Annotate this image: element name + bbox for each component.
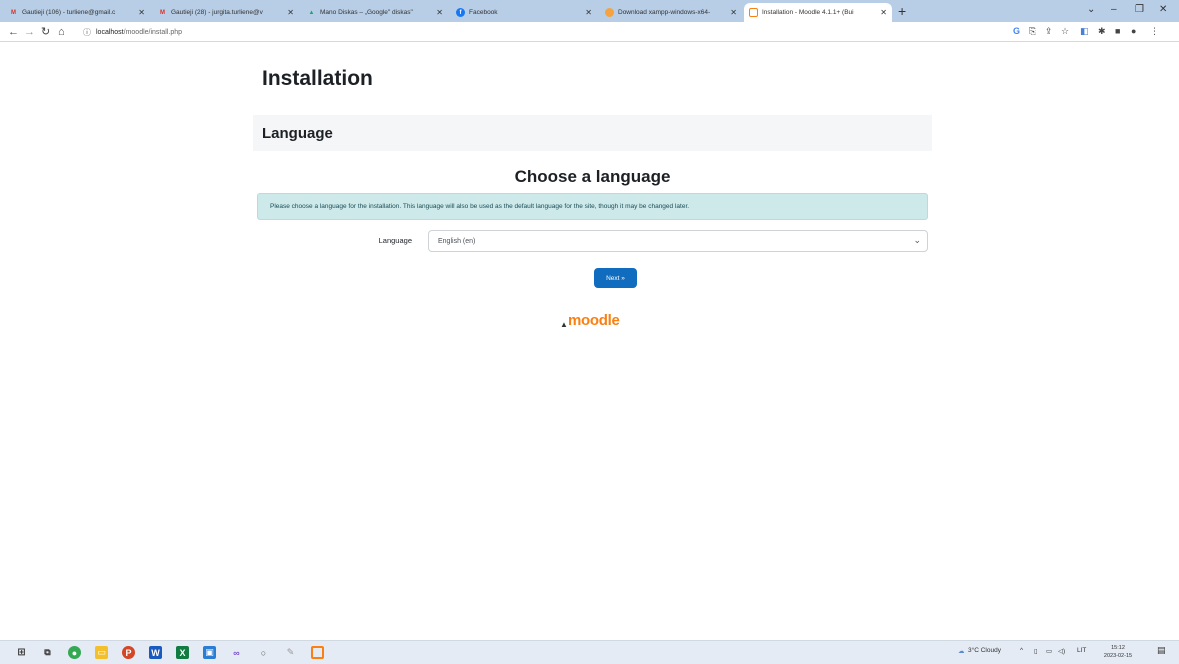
address-bar[interactable]: ⓘ localhost/moodle/install.php: [83, 25, 963, 39]
moodle-logo-text: moodle: [568, 312, 620, 329]
clock-date: 2023-02-15: [1103, 653, 1133, 659]
language-form-row: Language English (en) ⌄: [257, 230, 928, 252]
facebook-icon: f: [456, 8, 465, 17]
tab-xampp-download[interactable]: Download xampp-windows-x64- ✕: [600, 3, 742, 22]
close-tab-icon[interactable]: ✕: [585, 8, 592, 17]
moodle-logo: ▲ moodle: [560, 312, 620, 330]
network-icon[interactable]: ▭: [1046, 647, 1052, 655]
sourceforge-icon: [605, 8, 614, 17]
close-tab-icon[interactable]: ✕: [730, 8, 737, 17]
tab-title: Gautieji (28) - jurgita.turliene@v: [171, 9, 263, 16]
paint-brush-icon[interactable]: ✎: [284, 646, 297, 659]
new-tab-button[interactable]: +: [898, 3, 906, 19]
task-view-icon[interactable]: ⧉: [41, 646, 54, 659]
chevron-down-icon: ⌄: [913, 235, 921, 245]
close-tab-icon[interactable]: ✕: [287, 8, 294, 17]
tab-gmail-1[interactable]: M Gautieji (106) - turliene@gmail.c ✕: [4, 3, 150, 22]
browser-tabstrip: M Gautieji (106) - turliene@gmail.c ✕ M …: [0, 0, 1179, 22]
url-host: localhost: [96, 28, 124, 36]
powerpoint-icon[interactable]: P: [122, 646, 135, 659]
excel-icon[interactable]: X: [176, 646, 189, 659]
next-button[interactable]: Next »: [594, 268, 637, 288]
circle-app-icon[interactable]: ○: [257, 646, 270, 659]
choose-language-heading: Choose a language: [514, 167, 671, 186]
visual-studio-icon[interactable]: ∞: [230, 646, 243, 659]
url-path: /moodle/install.php: [123, 28, 183, 36]
close-tab-icon[interactable]: ✕: [880, 8, 887, 17]
xampp-icon[interactable]: [311, 646, 324, 659]
browser-toolbar: ← → ↻ ⌂ ⓘ localhost/moodle/install.php G…: [0, 22, 1179, 42]
language-select[interactable]: English (en) ⌄: [428, 230, 928, 252]
tab-title: Mano Diskas – „Google" diskas": [320, 9, 413, 16]
profile-icon[interactable]: ●: [1131, 26, 1136, 37]
info-alert: Please choose a language for the install…: [257, 193, 928, 220]
page-title: Installation: [262, 67, 373, 90]
home-icon[interactable]: ⌂: [58, 25, 65, 39]
cloud-icon: ☁: [958, 648, 965, 655]
graduation-cap-icon: ▲: [560, 320, 568, 329]
windows-start-icon[interactable]: ⊞: [15, 646, 28, 659]
puzzle-icon[interactable]: ✱: [1098, 26, 1106, 37]
tab-moodle-installation[interactable]: Installation - Moodle 4.1.1+ (Bui ✕: [744, 3, 892, 22]
close-tab-icon[interactable]: ✕: [436, 8, 443, 17]
forward-icon[interactable]: →: [24, 25, 35, 39]
google-drive-icon: ▲: [308, 9, 315, 16]
chevron-up-icon[interactable]: ^: [1020, 647, 1023, 654]
tab-title: Download xampp-windows-x64-: [618, 9, 711, 16]
bookmark-star-icon[interactable]: ☆: [1061, 26, 1069, 37]
app-icon[interactable]: ▣: [203, 646, 216, 659]
google-icon[interactable]: G: [1013, 26, 1020, 37]
language-label: Language: [378, 236, 412, 245]
minimize-icon[interactable]: –: [1111, 4, 1117, 15]
section-heading: Language: [253, 115, 932, 151]
volume-icon[interactable]: ◁): [1058, 647, 1065, 655]
weather-text[interactable]: 3°C Cloudy: [968, 647, 1001, 654]
tab-title: Facebook: [469, 9, 498, 16]
extension-icon[interactable]: ◧: [1080, 26, 1089, 37]
back-icon[interactable]: ←: [8, 25, 19, 39]
sidebar-icon[interactable]: ■: [1115, 26, 1120, 37]
notifications-icon[interactable]: ▤: [1157, 645, 1166, 656]
share-icon[interactable]: ⇪: [1045, 26, 1053, 37]
taskbar: ⊞ ⧉ ● ▭ P W X ▣ ∞ ○ ✎ ☁ 3°C Cloudy ^ ▯ ▭…: [0, 640, 1179, 664]
gmail-icon: M: [160, 9, 165, 16]
tab-title: Gautieji (106) - turliene@gmail.c: [22, 9, 116, 16]
tab-facebook[interactable]: f Facebook ✕: [451, 3, 597, 22]
file-explorer-icon[interactable]: ▭: [95, 646, 108, 659]
reload-icon[interactable]: ↻: [41, 25, 50, 39]
moodle-icon: [749, 8, 758, 17]
close-tab-icon[interactable]: ✕: [138, 8, 145, 17]
clock[interactable]: 15:12 2023-02-15: [1099, 644, 1137, 660]
tab-title: Installation - Moodle 4.1.1+ (Bui: [762, 9, 854, 16]
info-icon: ⓘ: [83, 27, 91, 37]
menu-kebab-icon[interactable]: ⋮: [1150, 26, 1159, 37]
restore-icon[interactable]: ❐: [1135, 4, 1144, 15]
language-select-value: English (en): [438, 237, 476, 245]
input-language[interactable]: LIT: [1077, 647, 1086, 654]
chevron-down-icon[interactable]: ⌄: [1087, 4, 1095, 15]
word-icon[interactable]: W: [149, 646, 162, 659]
battery-icon[interactable]: ▯: [1034, 647, 1038, 655]
close-window-icon[interactable]: ✕: [1159, 4, 1167, 15]
chrome-icon[interactable]: ●: [68, 646, 81, 659]
tab-gmail-2[interactable]: M Gautieji (28) - jurgita.turliene@v ✕: [153, 3, 299, 22]
gmail-icon: M: [11, 9, 16, 16]
tab-google-drive[interactable]: ▲ Mano Diskas – „Google" diskas" ✕: [302, 3, 448, 22]
clock-time: 15:12: [1111, 645, 1125, 651]
translate-icon[interactable]: ⎘: [1029, 26, 1036, 37]
